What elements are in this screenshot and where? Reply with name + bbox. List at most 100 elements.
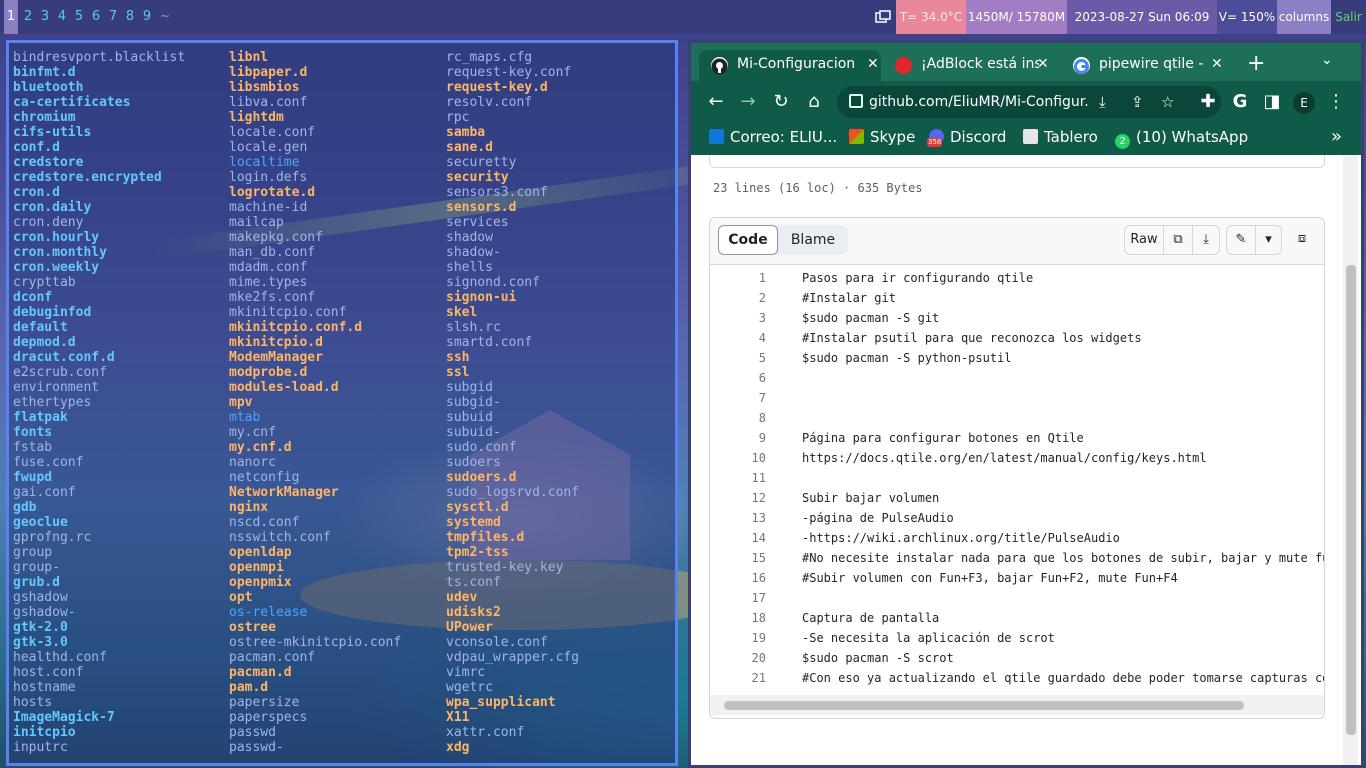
github-file-page: 23 lines (16 loc) · 635 Bytes Code Blame… <box>691 155 1361 765</box>
blame-tab-button[interactable]: Blame <box>778 225 848 255</box>
ls-entry: bluetooth <box>13 80 84 95</box>
line-number[interactable]: 14 <box>710 531 766 545</box>
workspace-5[interactable]: 5 <box>71 0 87 34</box>
ls-entry: wpa_supplicant <box>446 695 556 710</box>
bookmark-whatsapp[interactable]: 2 (10) WhatsApp <box>1115 123 1248 155</box>
ls-entry: opt <box>229 590 253 605</box>
address-bar[interactable]: github.com/EliuMR/Mi-Configur... ⤓ ⇪ ☆ <box>837 86 1221 118</box>
line-number[interactable]: 5 <box>710 351 766 365</box>
line-number[interactable]: 7 <box>710 391 766 405</box>
line-number[interactable]: 4 <box>710 331 766 345</box>
tab-search-chevron-icon[interactable]: ⌄ <box>1321 52 1333 68</box>
ls-entry: bindresvport.blacklist <box>13 50 186 65</box>
line-number[interactable]: 19 <box>710 631 766 645</box>
edit-dropdown-icon[interactable]: ▾ <box>1255 225 1282 255</box>
share-icon[interactable]: ⇪ <box>1131 87 1144 117</box>
side-panel-icon[interactable]: ◨ <box>1257 87 1287 117</box>
back-arrow-icon[interactable]: ← <box>701 87 731 117</box>
line-number[interactable]: 12 <box>710 491 766 505</box>
bookmark-skype[interactable]: Skype <box>849 123 915 155</box>
workspace-2[interactable]: 2 <box>20 0 36 34</box>
reload-icon[interactable]: ↻ <box>766 87 796 117</box>
kebab-menu-icon[interactable]: ⋮ <box>1321 87 1351 117</box>
home-icon[interactable]: ⌂ <box>799 87 829 117</box>
copy-icon[interactable]: ⧉ <box>1163 225 1193 255</box>
line-number[interactable]: 20 <box>710 651 766 665</box>
line-number[interactable]: 10 <box>710 451 766 465</box>
bookmark-discord[interactable]: 358 Discord <box>927 123 1007 155</box>
close-icon[interactable]: ✕ <box>1037 50 1049 79</box>
ls-entry: mime.types <box>229 275 308 290</box>
workspace-8[interactable]: 8 <box>122 0 138 34</box>
line-number[interactable]: 1 <box>710 271 766 285</box>
ls-entry: nginx <box>229 500 269 515</box>
ls-entry: sudoers.d <box>446 470 517 485</box>
workspace-3[interactable]: 3 <box>37 0 53 34</box>
workspace-6[interactable]: 6 <box>88 0 104 34</box>
ls-entry: passwd <box>229 725 276 740</box>
workspace-4[interactable]: 4 <box>54 0 70 34</box>
more-bookmarks-chevron-icon[interactable]: » <box>1331 123 1342 155</box>
workspace-7[interactable]: 7 <box>105 0 121 34</box>
extensions-puzzle-icon[interactable]: ✚ <box>1193 87 1223 117</box>
code-listing[interactable]: 1 Pasos para ir configurando qtile 2 #Insta… <box>710 264 1324 694</box>
line-number[interactable]: 6 <box>710 371 766 385</box>
line-number[interactable]: 16 <box>710 571 766 585</box>
bookmark-tablero[interactable]: Tablero <box>1023 123 1098 155</box>
code-tab-button[interactable]: Code <box>718 225 778 255</box>
url-text[interactable]: github.com/EliuMR/Mi-Configur... <box>869 86 1089 118</box>
install-app-icon[interactable]: ⤓ <box>1099 87 1106 117</box>
ls-entry: cron.deny <box>13 215 84 230</box>
horizontal-scrollbar[interactable] <box>710 695 1324 715</box>
line-number[interactable]: 3 <box>710 311 766 325</box>
code-line: Página para configurar botones en Qtile <box>802 431 1084 445</box>
tab-title: ¡AdBlock está ins <box>921 56 1039 72</box>
google-account-icon[interactable]: G <box>1225 87 1255 117</box>
raw-button[interactable]: Raw <box>1124 225 1164 255</box>
workspace-scratchpad[interactable]: ~ <box>157 0 173 34</box>
ls-entry: modprobe.d <box>229 365 308 380</box>
ls-entry: sensors.d <box>446 200 517 215</box>
horizontal-scroll-thumb[interactable] <box>724 701 1244 710</box>
bookmark-correo[interactable]: Correo: ELIU... <box>709 123 837 155</box>
terminal-window[interactable]: bindresvport.blacklist binfmt.d bluetooth c… <box>6 40 678 766</box>
line-number[interactable]: 11 <box>710 471 766 485</box>
bookmark-star-icon[interactable]: ☆ <box>1161 87 1174 117</box>
ls-entry: mkinitcpio.conf.d <box>229 320 363 335</box>
close-icon[interactable]: ✕ <box>1211 50 1223 79</box>
line-number[interactable]: 21 <box>710 671 766 685</box>
tab-pipewire-qtile[interactable]: pipewire qtile - B ✕ <box>1061 50 1231 81</box>
ls-entry: security <box>446 170 509 185</box>
line-number[interactable]: 2 <box>710 291 766 305</box>
layout-widget[interactable]: columns <box>1277 0 1331 34</box>
close-icon[interactable]: ✕ <box>867 50 879 79</box>
line-number[interactable]: 15 <box>710 551 766 565</box>
exit-button[interactable]: Salir <box>1331 0 1366 34</box>
tab-mi-configuracion[interactable]: Mi-Configuracion ✕ <box>699 50 881 81</box>
volume-widget[interactable]: V= 150% <box>1217 0 1277 34</box>
workspace-9[interactable]: 9 <box>139 0 155 34</box>
line-number[interactable]: 13 <box>710 511 766 525</box>
forward-arrow-icon[interactable]: → <box>733 87 763 117</box>
line-number[interactable]: 9 <box>710 431 766 445</box>
workspace-1[interactable]: 1 <box>4 0 18 34</box>
code-line: -página de PulseAudio <box>802 511 954 525</box>
line-number[interactable]: 17 <box>710 591 766 605</box>
vertical-scroll-thumb[interactable] <box>1346 265 1356 735</box>
edit-pencil-icon[interactable]: ✎ <box>1226 225 1256 255</box>
tab-strip: Mi-Configuracion ✕ ¡AdBlock está ins ✕ p… <box>691 43 1361 81</box>
chrome-window[interactable]: Mi-Configuracion ✕ ¡AdBlock está ins ✕ p… <box>688 40 1364 768</box>
symbols-panel-icon[interactable]: ⧈ <box>1288 225 1316 255</box>
ls-entry: mkinitcpio.conf <box>229 305 347 320</box>
ls-entry: ostree <box>229 620 276 635</box>
vertical-scrollbar[interactable] <box>1343 155 1358 765</box>
new-tab-plus-icon[interactable]: + <box>1247 50 1265 78</box>
line-number[interactable]: 18 <box>710 611 766 625</box>
tab-adblock[interactable]: ¡AdBlock está ins ✕ <box>883 50 1059 81</box>
ls-column-2: libnl libpaper.d libsmbios libva.conf lightd… <box>229 50 401 755</box>
line-number[interactable]: 8 <box>710 411 766 425</box>
ls-entry: locale.gen <box>229 140 308 155</box>
bookmark-label: Discord <box>950 128 1007 146</box>
profile-avatar[interactable]: E <box>1289 87 1319 117</box>
download-icon[interactable]: ⤓ <box>1192 225 1220 255</box>
